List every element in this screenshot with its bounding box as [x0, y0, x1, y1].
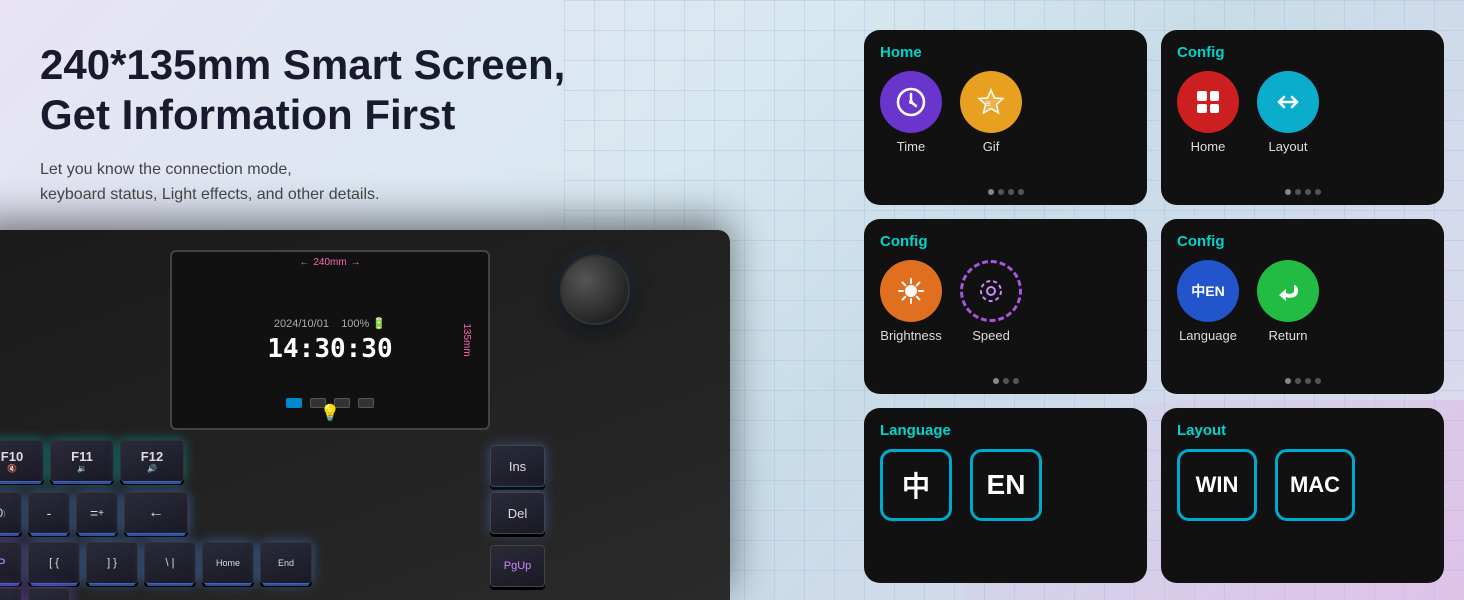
card-language: Language 中 EN [864, 408, 1147, 583]
card-language-label: Language [880, 422, 1131, 439]
brightness-icon [880, 260, 942, 322]
key-del[interactable]: Del [490, 492, 545, 534]
card-config2-icons: Brightness Speed [880, 260, 1131, 380]
right-panel: Home Time ≡ [864, 30, 1444, 583]
card-layout-label: Layout [1177, 422, 1428, 439]
config-home-icon [1177, 71, 1239, 133]
key-bracket-right[interactable]: ] } [86, 542, 138, 584]
key-pgup[interactable]: PgUp [490, 545, 545, 587]
card-language-icons: 中 EN [880, 449, 1131, 569]
icon-item-speed: Speed [960, 260, 1022, 343]
svg-text:≡: ≡ [985, 99, 991, 110]
language-icon-circle: 中EN [1177, 260, 1239, 322]
key-p[interactable]: P [0, 542, 22, 584]
letter-keys-row: P [ { ] } \ | Home End [0, 542, 312, 584]
bottom-keys-row: ; " [0, 588, 70, 600]
card-config1-dots [1285, 189, 1321, 195]
card-config1-label: Config [1177, 44, 1428, 61]
icon-item-time: Time [880, 71, 942, 154]
card-config2-dots [993, 378, 1019, 384]
card-home-icons: Time ≡ Gif [880, 71, 1131, 191]
dim-240-label: ← 240mm → [299, 257, 360, 268]
icon-item-return: Return [1257, 260, 1319, 343]
key-backspace[interactable]: ← [124, 492, 188, 534]
sub-text: Let you know the connection mode, keyboa… [40, 157, 565, 208]
key-backslash[interactable]: \ | [144, 542, 196, 584]
icon-item-win: WIN [1177, 449, 1257, 521]
card-layout-icons: WIN MAC [1177, 449, 1428, 569]
card-config3-icons: 中EN Language Return [1177, 260, 1428, 380]
keyboard-area: ← 240mm → 135mm 2024/10/01 100% 🔋 14:30:… [0, 220, 750, 600]
card-home-dots [988, 189, 1024, 195]
card-config3: Config 中EN Language Return [1161, 219, 1444, 394]
icon-item-brightness: Brightness [880, 260, 942, 343]
gif-icon-circle: ≡ [960, 71, 1022, 133]
key-home[interactable]: Home [202, 542, 254, 584]
key-f11[interactable]: F11 🔉 [50, 440, 114, 482]
card-layout: Layout WIN MAC [1161, 408, 1444, 583]
icon-item-chinese: 中 [880, 449, 952, 521]
card-config2: Config Brightness [864, 219, 1147, 394]
text-content: 240*135mm Smart Screen, Get Information … [40, 40, 565, 208]
key-equals[interactable]: =+ [76, 492, 118, 534]
key-bracket-left[interactable]: [ { [28, 542, 80, 584]
card-config3-label: Config [1177, 233, 1428, 250]
main-heading: 240*135mm Smart Screen, Get Information … [40, 40, 565, 141]
icon-item-mac: MAC [1275, 449, 1355, 521]
win-icon-box: WIN [1177, 449, 1257, 521]
english-icon-box: EN [970, 449, 1042, 521]
config-layout-icon [1257, 71, 1319, 133]
key-minus[interactable]: - [28, 492, 70, 534]
key-semicolon[interactable]: ; [0, 588, 22, 600]
key-quote[interactable]: " [28, 588, 70, 600]
card-config3-dots [1285, 378, 1321, 384]
dim-135-label: 135mm [461, 323, 472, 356]
card-config1: Config Home [1161, 30, 1444, 205]
mac-icon-box: MAC [1275, 449, 1355, 521]
key-f12[interactable]: F12 🔊 [120, 440, 184, 482]
volume-knob[interactable] [560, 255, 630, 325]
keyboard-screen: ← 240mm → 135mm 2024/10/01 100% 🔋 14:30:… [170, 250, 490, 430]
number-keys-row: 0) - =+ ← [0, 492, 188, 534]
time-icon-circle [880, 71, 942, 133]
key-0[interactable]: 0) [0, 492, 22, 534]
keyboard-simulation: ← 240mm → 135mm 2024/10/01 100% 🔋 14:30:… [0, 230, 730, 600]
icon-item-gif: ≡ Gif [960, 71, 1022, 154]
key-f10[interactable]: F10 🔇 [0, 440, 44, 482]
card-home-label: Home [880, 44, 1131, 61]
key-end[interactable]: End [260, 542, 312, 584]
icon-item-language: 中EN Language [1177, 260, 1239, 343]
card-config2-label: Config [880, 233, 1131, 250]
screen-time: 14:30:30 [267, 334, 392, 364]
card-home: Home Time ≡ [864, 30, 1147, 205]
function-keys-row: F10 🔇 F11 🔉 F12 🔊 [0, 440, 184, 482]
card-config1-icons: Home Layout [1177, 71, 1428, 191]
speed-icon [960, 260, 1022, 322]
key-ins[interactable]: Ins [490, 445, 545, 487]
icon-item-config-layout: Layout [1257, 71, 1319, 154]
return-icon-circle [1257, 260, 1319, 322]
icon-item-config-home: Home [1177, 71, 1239, 154]
icon-item-english: EN [970, 449, 1042, 521]
chinese-icon-box: 中 [880, 449, 952, 521]
screen-date: 2024/10/01 100% 🔋 [274, 317, 386, 330]
